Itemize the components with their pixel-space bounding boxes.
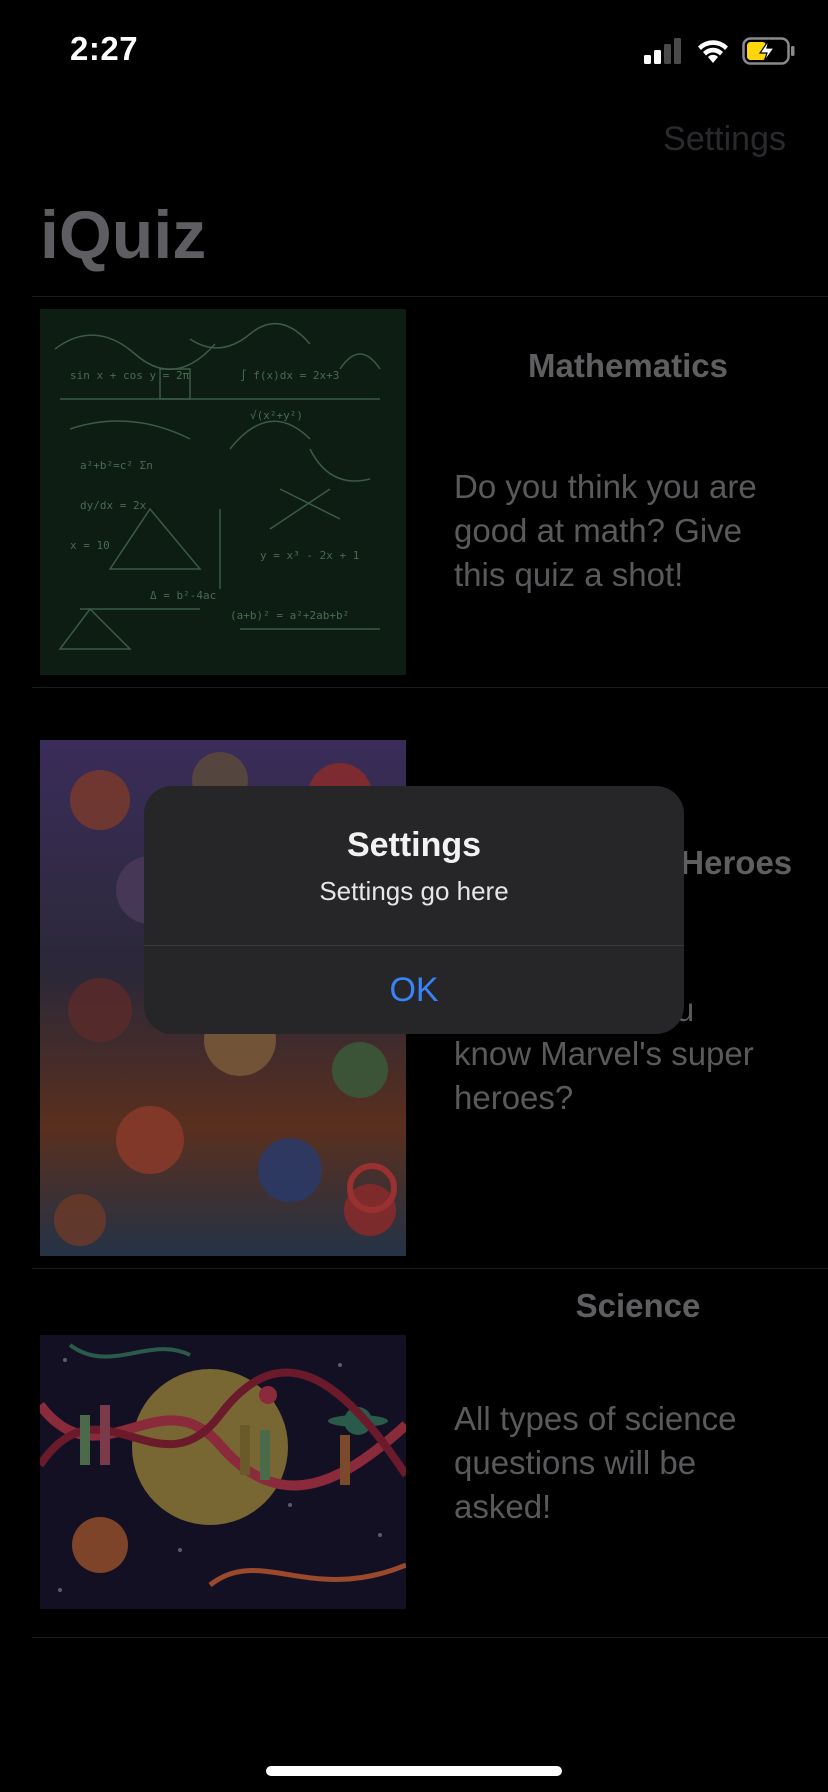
settings-alert: Settings Settings go here OK <box>144 786 684 1034</box>
alert-ok-button[interactable]: OK <box>144 946 684 1034</box>
alert-title: Settings <box>346 826 482 864</box>
alert-message: Settings go here <box>319 876 509 906</box>
home-indicator[interactable] <box>266 1766 562 1776</box>
